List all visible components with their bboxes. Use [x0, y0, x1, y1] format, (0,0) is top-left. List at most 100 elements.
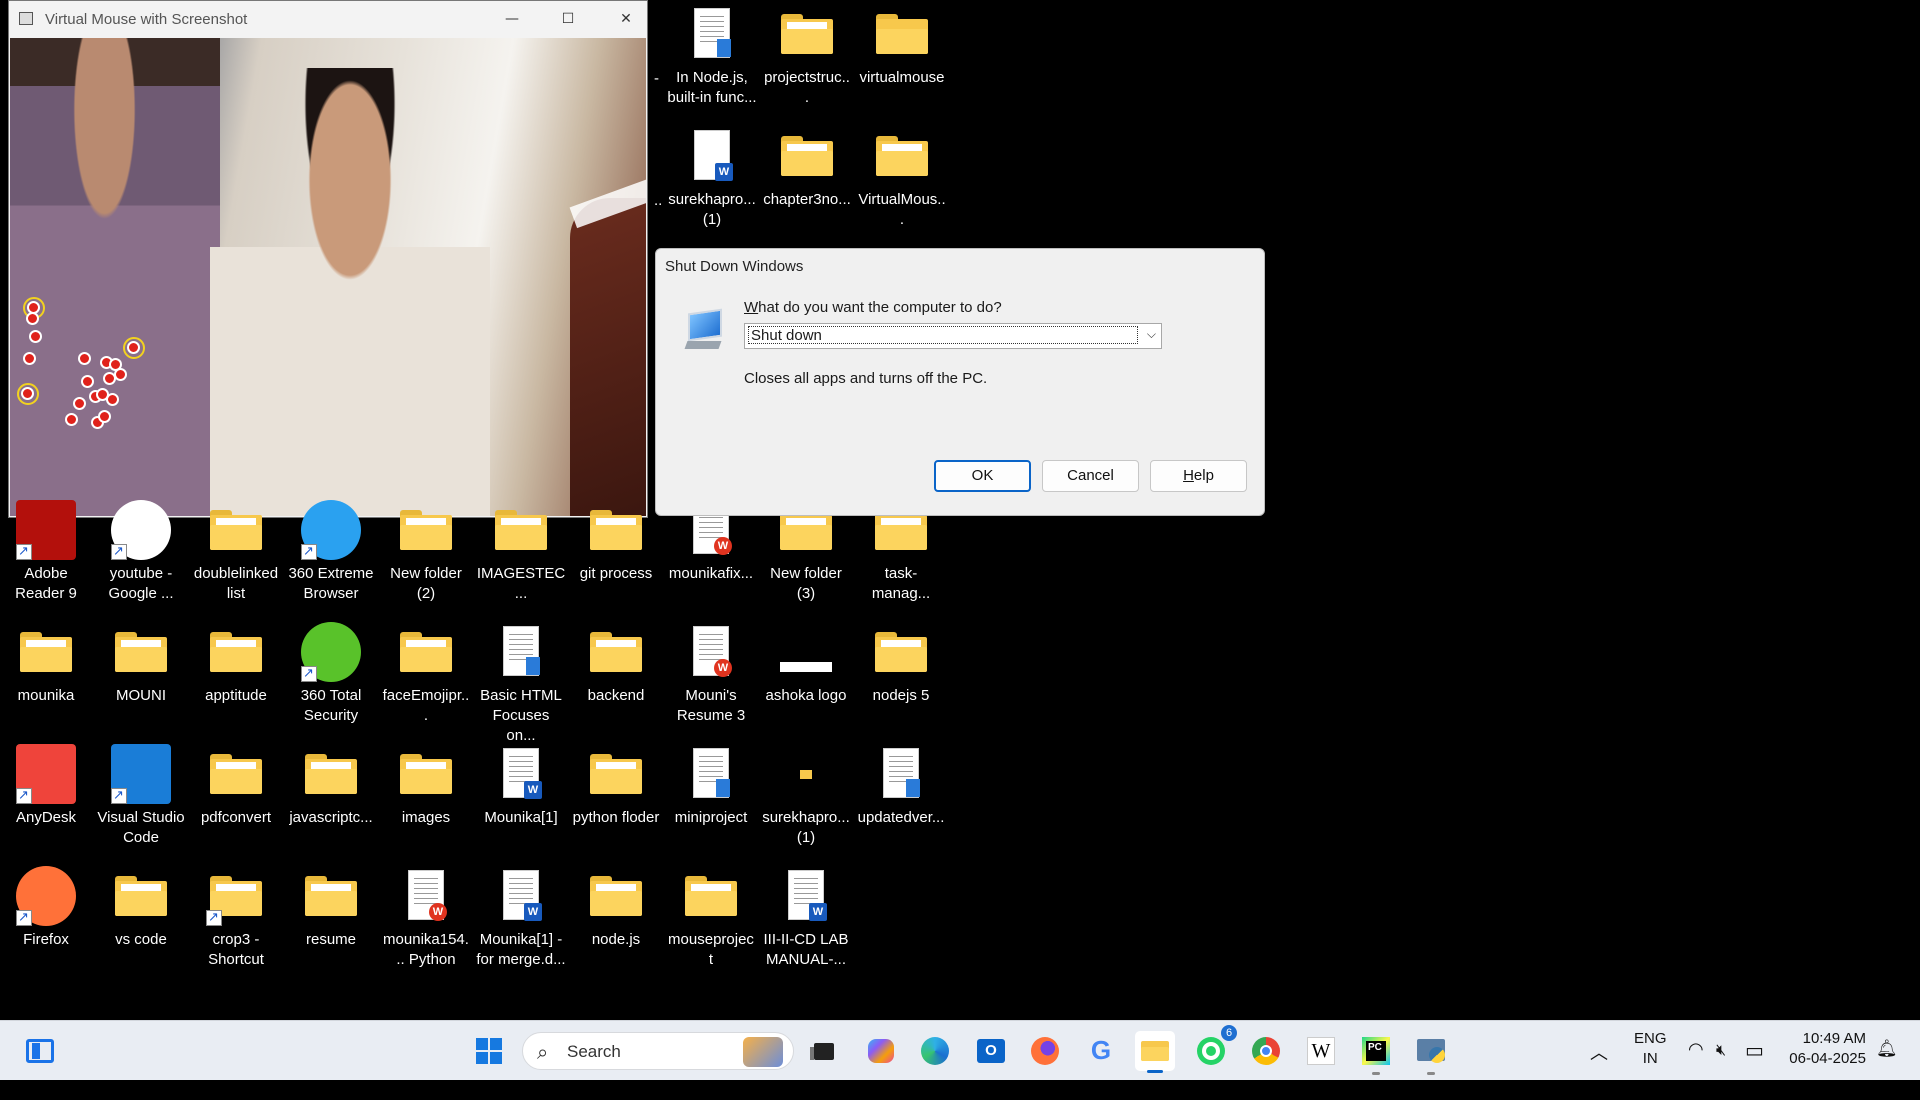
word-doc-icon: W	[491, 866, 551, 926]
show-hidden-icons-chevron-icon[interactable]: ︿	[1590, 1039, 1608, 1099]
close-button[interactable]: ✕	[603, 1, 649, 38]
folder-icon	[16, 622, 76, 682]
desktop-icon[interactable]: doublelinked list	[191, 500, 281, 604]
desktop-icon[interactable]: W Mounika[1]	[476, 744, 566, 828]
desktop-icon[interactable]: images	[381, 744, 471, 828]
shutdown-action-select[interactable]: Shut down ⌵	[744, 323, 1162, 349]
desktop-icon[interactable]: faceEmojipr...	[381, 622, 471, 726]
desktop-icon-projectstructure[interactable]: projectstruc...	[762, 4, 852, 108]
folder-icon	[586, 744, 646, 804]
desktop-icon[interactable]: youtube - Google ...	[96, 500, 186, 604]
whatsapp-icon[interactable]: 6	[1191, 1025, 1237, 1071]
icon-label: updatedver...	[857, 809, 945, 826]
desktop-icon[interactable]: apptitude	[191, 622, 281, 706]
icon-label: mounikafix...	[668, 565, 754, 582]
widgets-icon[interactable]	[20, 1031, 60, 1071]
desktop-icon[interactable]: 360 Total Security	[286, 622, 376, 726]
desktop-icon[interactable]: mouseproject	[666, 866, 756, 970]
desktop-icon[interactable]: vs code	[96, 866, 186, 950]
desktop-icon[interactable]: AnyDesk	[1, 744, 91, 828]
desktop-icon[interactable]: python floder	[571, 744, 661, 828]
folder-icon	[681, 866, 741, 926]
icon-label: mounika154... Python	[383, 931, 469, 968]
wikipedia-icon[interactable]: W	[1301, 1031, 1341, 1071]
icon-label: chapter3no...	[763, 191, 851, 208]
shortcut-arrow-icon	[301, 664, 317, 684]
edge-icon[interactable]	[915, 1031, 955, 1071]
python-idle-icon[interactable]	[1411, 1031, 1451, 1075]
icon-label: mouseproject	[668, 931, 754, 968]
taskbar-search[interactable]: ⌕ Search	[522, 1032, 794, 1070]
desktop-icon[interactable]: updatedver...	[856, 744, 946, 828]
chrome-icon[interactable]	[1246, 1031, 1286, 1071]
icon-label: New folder (3)	[770, 565, 842, 602]
icon-label: python floder	[572, 809, 660, 826]
webcam-person-center	[210, 68, 490, 516]
icon-label: 360 Extreme Browser	[288, 565, 374, 602]
chevron-down-icon[interactable]: ⌵	[1147, 327, 1156, 342]
desktop-icon[interactable]: Visual Studio Code	[96, 744, 186, 848]
desktop-icon[interactable]: MOUNI	[96, 622, 186, 706]
wifi-icon[interactable]: ◠	[1688, 1039, 1704, 1099]
desktop-icon[interactable]: pdfconvert	[191, 744, 281, 828]
start-windows-icon[interactable]	[469, 1031, 509, 1071]
file-explorer-icon[interactable]	[1135, 1031, 1175, 1073]
desktop-icon[interactable]: surekhapro... (1)	[761, 744, 851, 848]
shortcut-arrow-icon	[206, 908, 222, 928]
pycharm-icon[interactable]: PC	[1356, 1031, 1396, 1075]
icon-label: apptitude	[205, 687, 267, 704]
language-indicator[interactable]: ENG IN	[1634, 1029, 1667, 1089]
desktop-icon[interactable]: miniproject	[666, 744, 756, 828]
hand-landmark	[73, 397, 86, 410]
icon-label: ashoka logo	[765, 687, 847, 704]
desktop-icon[interactable]: Firefox	[1, 866, 91, 950]
desktop-icon-chapter3notes[interactable]: chapter3no...	[762, 126, 852, 210]
desktop-icon[interactable]: W III-II-CD LAB MANUAL-...	[761, 866, 851, 970]
volume-muted-icon[interactable]: 🔇︎	[1716, 1040, 1726, 1100]
desktop-icon[interactable]: Wmounika154... Python	[381, 866, 471, 970]
desktop-icon[interactable]: resume	[286, 866, 376, 950]
desktop-icon[interactable]: node.js	[571, 866, 661, 950]
desktop-icon[interactable]: New folder (2)	[381, 500, 471, 604]
desktop-icon[interactable]: mounika	[1, 622, 91, 706]
minimize-button[interactable]: —	[489, 1, 535, 38]
icon-label: javascriptc...	[289, 809, 373, 826]
desktop-icon-surekhapro-doc[interactable]: W surekhapro... (1)	[667, 126, 757, 230]
desktop-icon[interactable]: javascriptc...	[286, 744, 376, 828]
desktop-icon[interactable]: Basic HTML Focuses on...	[476, 622, 566, 746]
app-icon	[301, 500, 361, 562]
outlook-icon[interactable]: O	[971, 1031, 1011, 1071]
desktop-icon[interactable]: W Mounika[1] - for merge.d...	[476, 866, 566, 970]
desktop-icon[interactable]: git process	[571, 500, 661, 584]
desktop-icon[interactable]: ashoka logo	[761, 622, 851, 706]
clock[interactable]: 10:49 AM 06-04-2025	[1778, 1029, 1866, 1089]
desktop-icon[interactable]: IMAGESTEC...	[476, 500, 566, 604]
battery-icon[interactable]: ▭	[1745, 1038, 1764, 1098]
desktop-icon[interactable]: backend	[571, 622, 661, 706]
desktop-icon[interactable]: crop3 - Shortcut	[191, 866, 281, 970]
desktop-icon-nodejs-doc[interactable]: In Node.js, built-in func...	[667, 4, 757, 108]
task-view-icon[interactable]	[803, 1031, 843, 1071]
shutdown-dialog[interactable]: Shut Down Windows What do you want the c…	[655, 248, 1265, 516]
notification-bell-icon[interactable]: 🔔︎	[1876, 1039, 1898, 1099]
ok-button[interactable]: OK	[934, 460, 1031, 492]
folder-icon	[586, 622, 646, 682]
cancel-button[interactable]: Cancel	[1042, 460, 1139, 492]
desktop-icon[interactable]: 360 Extreme Browser	[286, 500, 376, 604]
desktop-icon-virtualmouse-folder[interactable]: VirtualMous...	[857, 126, 947, 230]
text-doc-icon	[491, 622, 551, 682]
shortcut-arrow-icon	[16, 908, 32, 928]
desktop-icon-virtualmouse[interactable]: virtualmouse	[857, 4, 947, 88]
firefox-icon[interactable]	[1025, 1031, 1065, 1071]
camera-window-titlebar[interactable]: Virtual Mouse with Screenshot — ☐ ✕	[9, 1, 647, 38]
google-icon[interactable]: G	[1081, 1031, 1121, 1071]
desktop-icon[interactable]: nodejs 5	[856, 622, 946, 706]
wps-doc-icon: W	[681, 622, 741, 682]
folder-icon	[206, 744, 266, 804]
desktop-icon[interactable]: W Mouni's Resume 3	[666, 622, 756, 726]
maximize-button[interactable]: ☐	[545, 1, 591, 38]
help-button[interactable]: Help	[1150, 460, 1247, 492]
camera-window[interactable]: Virtual Mouse with Screenshot — ☐ ✕	[8, 0, 648, 518]
copilot-icon[interactable]	[861, 1031, 901, 1071]
desktop-icon[interactable]: Adobe Reader 9	[1, 500, 91, 604]
